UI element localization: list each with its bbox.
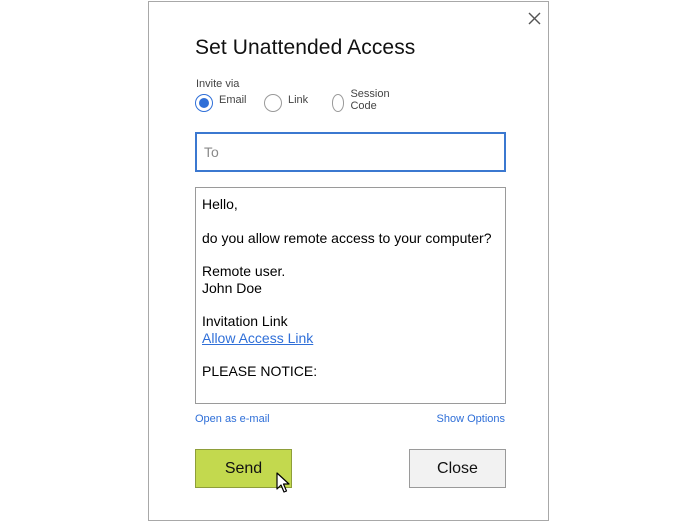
signature-line-1: Remote user.	[202, 263, 286, 279]
message-notice: PLEASE NOTICE:	[202, 363, 318, 379]
radio-email-circle[interactable]	[195, 94, 213, 112]
message-greeting: Hello,	[202, 196, 238, 212]
radio-session-code-label[interactable]: Session Code	[350, 88, 395, 112]
message-signature: Remote user. John Doe	[202, 263, 499, 296]
signature-line-2: John Doe	[202, 279, 262, 296]
open-as-email-link[interactable]: Open as e-mail	[195, 413, 270, 425]
message-body-textarea[interactable]: Hello, do you allow remote access to you…	[195, 187, 506, 404]
message-question: do you allow remote access to your compu…	[202, 229, 492, 246]
to-input[interactable]	[195, 132, 506, 172]
radio-email-label[interactable]: Email	[219, 94, 247, 106]
close-button[interactable]: Close	[409, 449, 506, 488]
dialog-title: Set Unattended Access	[195, 36, 416, 59]
radio-link[interactable]: Link	[264, 94, 308, 112]
radio-link-circle[interactable]	[264, 94, 282, 112]
radio-session-code-circle[interactable]	[332, 94, 345, 112]
send-button[interactable]: Send	[195, 449, 292, 488]
invite-via-label: Invite via	[196, 78, 240, 90]
radio-email[interactable]: Email	[195, 94, 247, 112]
allow-access-link[interactable]: Allow Access Link	[202, 330, 313, 346]
message-invitation: Invitation Link Allow Access Link	[202, 313, 499, 346]
radio-link-label[interactable]: Link	[288, 94, 308, 106]
invitation-label: Invitation Link	[202, 313, 288, 329]
radio-session-code[interactable]: Session Code	[332, 88, 395, 112]
show-options-link[interactable]: Show Options	[437, 413, 505, 425]
close-icon[interactable]	[526, 10, 543, 27]
